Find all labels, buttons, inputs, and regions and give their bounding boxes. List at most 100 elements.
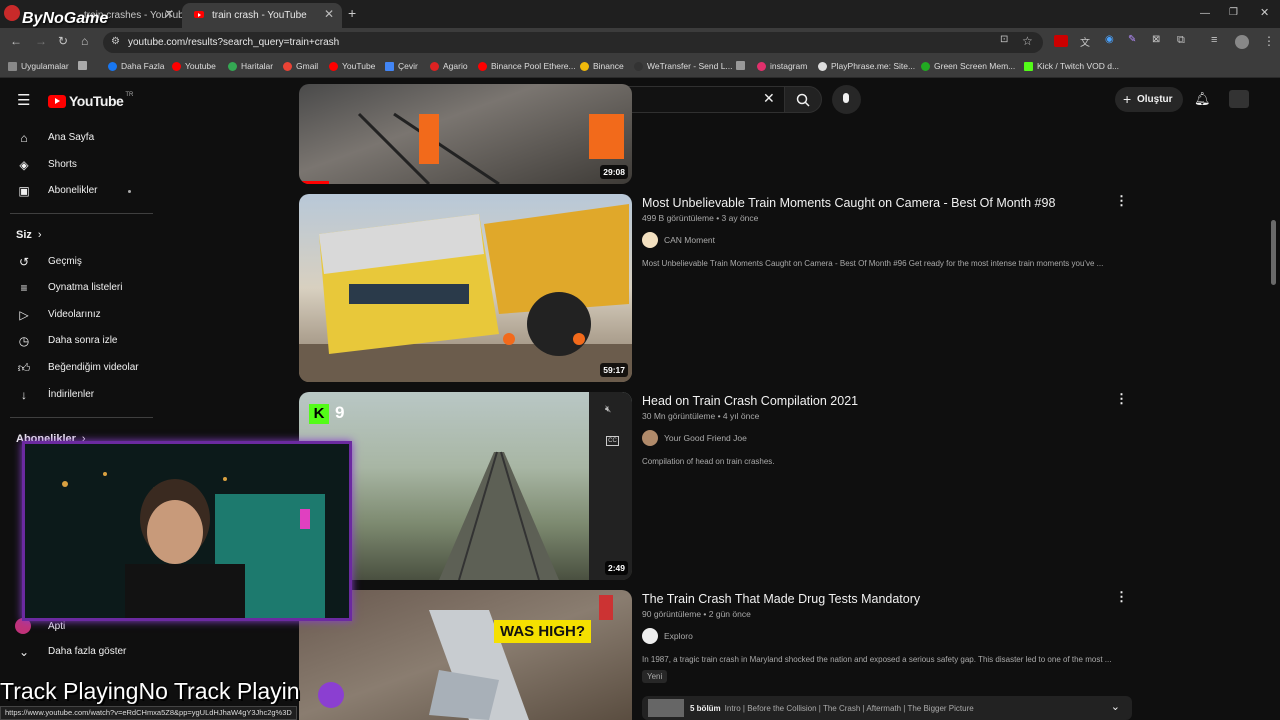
youtube-icon — [478, 61, 487, 71]
voice-search-button[interactable] — [832, 85, 861, 114]
restore-icon[interactable]: ❐ — [1229, 7, 1238, 18]
bookmark-apps[interactable]: Uygulamalar — [8, 61, 69, 71]
account-avatar[interactable] — [1229, 90, 1249, 108]
create-button[interactable]: + Oluştur — [1115, 87, 1183, 112]
profile-avatar[interactable] — [1235, 35, 1249, 49]
sidebar-item-watch-later[interactable]: ◷ Daha sonra izle — [0, 328, 160, 354]
sidebar-item-home[interactable]: ⌂ Ana Sayfa — [0, 125, 160, 151]
bookmark-youtube-2[interactable]: YouTube — [329, 61, 375, 71]
playphrase-icon — [818, 61, 827, 71]
chapters-panel[interactable]: 5 bölüm Intro | Before the Collision | T… — [642, 696, 1132, 720]
thumbnail-train-collision-image — [299, 204, 632, 382]
extension-icon[interactable]: ◉ — [1105, 34, 1114, 45]
plus-icon: + — [1123, 91, 1132, 107]
screenshot-extension-icon[interactable]: ⊠ — [1152, 34, 1160, 45]
overlay-number: 9 — [335, 403, 345, 422]
bookmark-star-icon[interactable]: ☆ — [1022, 34, 1033, 48]
bookmark-doc[interactable] — [736, 61, 745, 70]
install-icon[interactable]: ⊡ — [1000, 34, 1008, 45]
search-button[interactable] — [784, 86, 822, 113]
youtube-favicon-icon — [194, 11, 204, 18]
clear-search-icon[interactable]: ✕ — [763, 90, 775, 107]
page-scrollbar[interactable] — [1271, 220, 1276, 285]
bookmark-maps[interactable]: Haritalar — [228, 61, 273, 71]
bookmark-youtube[interactable]: Youtube — [172, 61, 216, 71]
bookmark-translate[interactable]: Çevir — [385, 61, 418, 71]
progress-bar — [299, 181, 329, 184]
bookmark-wetransfer[interactable]: WeTransfer - Send L... — [634, 61, 733, 71]
captions-icon[interactable]: CC — [606, 436, 619, 446]
more-actions-icon[interactable]: ⋮ — [1115, 193, 1128, 209]
video-metadata: 90 görüntüleme • 2 gün önce — [642, 609, 751, 619]
sidebar-show-more[interactable]: ⌄ Daha fazla göster — [0, 639, 160, 665]
thumbnail-rails-image — [357, 112, 624, 184]
video-thumbnail[interactable]: 29:08 — [299, 84, 632, 184]
channel-link[interactable]: Exploro — [642, 628, 693, 644]
bookmarks-bar: Uygulamalar Daha Fazla Youtube Haritalar… — [0, 56, 1280, 78]
window-close-icon[interactable]: ✕ — [1260, 6, 1269, 19]
chevron-down-icon[interactable]: ⌄ — [1111, 700, 1120, 713]
forward-icon[interactable]: → — [35, 34, 47, 48]
bookmark-gmail[interactable]: Gmail — [283, 61, 318, 71]
sidebar-you-heading[interactable]: Siz › — [16, 229, 42, 241]
reload-icon[interactable]: ↻ — [58, 34, 68, 48]
sidebar-item-playlists[interactable]: ≡ Oynatma listeleri — [0, 275, 160, 301]
video-title[interactable]: Most Unbelievable Train Moments Caught o… — [642, 196, 1055, 210]
video-description: Most Unbelievable Train Moments Caught o… — [642, 259, 1104, 268]
sidebar-item-your-videos[interactable]: ▷ Videolarınız — [0, 302, 160, 328]
more-actions-icon[interactable]: ⋮ — [1115, 391, 1128, 407]
home-browser-icon[interactable]: ⌂ — [81, 34, 88, 48]
browser-menu-icon[interactable]: ⋮ — [1263, 34, 1275, 48]
channel-link[interactable]: Your Good Friend Joe — [642, 430, 747, 446]
minimize-icon[interactable]: — — [1200, 8, 1210, 19]
apps-icon — [8, 61, 17, 71]
pen-extension-icon[interactable]: ✎ — [1128, 34, 1136, 45]
youtube-logo[interactable]: YouTube TR — [48, 92, 133, 109]
address-bar[interactable]: youtube.com/results?search_query=train+c… — [103, 32, 1043, 53]
like-icon: 👍︎ — [17, 361, 31, 375]
sidebar-item-shorts[interactable]: ◈ Shorts — [0, 152, 160, 178]
home-icon: ⌂ — [20, 131, 28, 145]
translate-icon[interactable]: 文 — [1080, 34, 1090, 49]
bookmark-binance[interactable]: Binance — [580, 61, 624, 71]
notifications-icon[interactable]: 🔔︎ — [1194, 91, 1211, 107]
site-info-icon[interactable]: ⚙ — [111, 36, 120, 47]
channel-link[interactable]: CAN Moment — [642, 232, 715, 248]
video-title[interactable]: Head on Train Crash Compilation 2021 — [642, 394, 858, 408]
close-icon[interactable]: ✕ — [164, 7, 174, 21]
bookmark-instagram[interactable]: instagram — [757, 61, 807, 71]
sidebar-channel-label[interactable]: Apti — [48, 621, 65, 632]
back-icon[interactable]: ← — [10, 34, 22, 48]
watch-later-icon: ◷ — [18, 334, 30, 348]
close-icon[interactable]: ✕ — [324, 7, 334, 21]
sidebar-item-history[interactable]: ↺ Geçmiş — [0, 249, 160, 275]
playlist-icon: ≡ — [20, 281, 28, 295]
video-title[interactable]: The Train Crash That Made Drug Tests Man… — [642, 592, 920, 606]
your-videos-icon: ▷ — [19, 308, 29, 322]
tab-train-crash[interactable]: train crash - YouTube ✕ — [182, 3, 342, 28]
sidebar-item-liked[interactable]: 👍︎ Beğendiğim videolar — [0, 355, 160, 381]
youtube-icon — [329, 61, 338, 71]
bookmark-binance-pool[interactable]: Binance Pool Ethere... — [478, 61, 576, 71]
chapter-thumbnail — [648, 699, 684, 717]
more-actions-icon[interactable]: ⋮ — [1115, 589, 1128, 605]
bookmark-daha-fazla[interactable]: Daha Fazla — [108, 61, 164, 71]
bookmark-agario[interactable]: Agario — [430, 61, 468, 71]
sidebar-item-subscriptions[interactable]: ▣ Abonelikler — [0, 178, 160, 204]
puzzle-extensions-icon[interactable]: ⧉ — [1177, 34, 1185, 47]
download-icon: ↓ — [21, 388, 27, 402]
video-thumbnail[interactable]: 59:17 — [299, 194, 632, 382]
bookmark-greenscreen[interactable]: Green Screen Mem... — [921, 61, 1015, 71]
media-controls-icon[interactable]: ≡ — [1211, 34, 1217, 46]
bookmark-kick[interactable]: Kick / Twitch VOD d... — [1024, 61, 1119, 71]
browser-logo-icon — [4, 5, 20, 21]
extension-news-icon[interactable] — [1054, 35, 1068, 47]
facebook-icon — [108, 61, 117, 71]
bookmark-grid[interactable] — [78, 61, 87, 70]
menu-icon[interactable]: ☰ — [17, 91, 30, 109]
youtube-logo-text: YouTube — [69, 93, 124, 109]
mute-icon[interactable]: 🔇︎ — [605, 404, 611, 415]
new-tab-button[interactable]: + — [348, 5, 356, 21]
bookmark-playphrase[interactable]: PlayPhrase.me: Site... — [818, 61, 915, 71]
sidebar-item-downloads[interactable]: ↓ İndirilenler — [0, 382, 160, 408]
